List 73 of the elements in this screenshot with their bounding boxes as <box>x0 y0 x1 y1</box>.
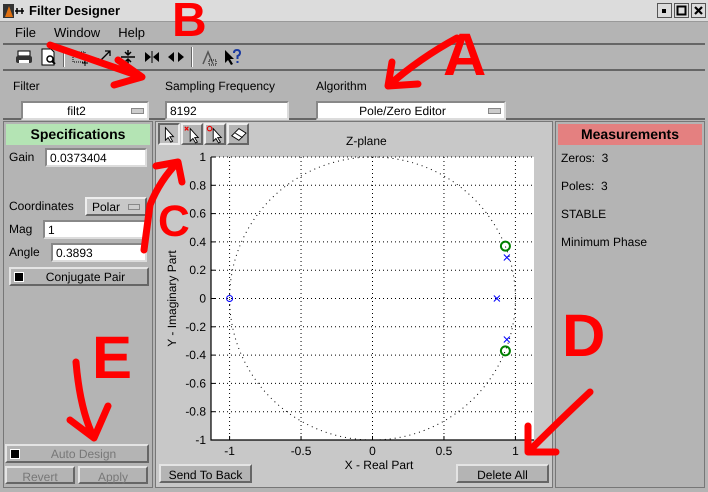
panel-header: Specifications <box>6 124 150 145</box>
dropdown-icon <box>488 108 501 114</box>
zero-marker <box>500 240 511 252</box>
annotation-letter: C <box>158 200 190 244</box>
maximize-button[interactable] <box>674 3 689 18</box>
field-label: Coordinates <box>9 198 74 215</box>
printer-icon[interactable] <box>15 48 33 66</box>
tick-label: 0 <box>199 292 206 306</box>
input-field[interactable]: 0.0373404 <box>45 148 147 167</box>
tick-label: 0.4 <box>189 234 206 249</box>
dropdown[interactable]: filt2 <box>21 101 149 120</box>
measurement-text: Zeros: 3 <box>561 150 610 167</box>
zero-marker <box>500 345 511 356</box>
app-icon[interactable] <box>2 2 26 18</box>
field-label: Mag <box>9 221 32 238</box>
tick-label: 0.5 <box>436 444 452 458</box>
tick-label: 0.8 <box>189 178 206 192</box>
field-label: Filter <box>13 78 41 95</box>
help-pointer-icon[interactable] <box>223 48 241 66</box>
input-field[interactable]: 1 <box>43 220 147 239</box>
field-label: Sampling Frequency <box>165 78 276 95</box>
dropdown-icon <box>131 108 144 114</box>
minimize-button[interactable] <box>657 3 672 18</box>
horizontal-compress-icon[interactable] <box>143 48 161 66</box>
zero-marker <box>226 295 234 302</box>
tick-label: -0.5 <box>290 444 312 458</box>
pole-marker <box>503 336 510 344</box>
print-preview-icon[interactable] <box>39 48 57 66</box>
annotation-letter: A <box>443 25 486 85</box>
add-pole-icon <box>183 124 201 144</box>
annotation-arrow <box>524 388 594 456</box>
field-label: Angle <box>9 244 40 261</box>
annotation-letter: B <box>172 0 207 45</box>
dropdown[interactable]: Polar <box>85 197 147 216</box>
window-title: Filter Designer <box>29 2 120 20</box>
pole-marker <box>503 254 510 261</box>
chart-title: Z-plane <box>346 133 387 150</box>
menu-item[interactable]: File <box>15 23 36 43</box>
menu-item[interactable]: Window <box>54 23 100 43</box>
push-button[interactable]: Send To Back <box>159 464 252 483</box>
tick-label: -1 <box>195 433 206 447</box>
tick-label: 0.6 <box>189 206 206 221</box>
menu-item[interactable]: Help <box>118 23 145 43</box>
annotation-letter: D <box>562 306 606 366</box>
vertical-compress-icon[interactable] <box>119 48 137 66</box>
tick-label: 1 <box>199 150 206 164</box>
tick-label: -0.6 <box>185 376 206 390</box>
close-button[interactable] <box>691 3 706 18</box>
input-field[interactable]: 8192 <box>165 101 289 120</box>
push-button[interactable]: Delete All <box>456 464 549 483</box>
dropdown[interactable]: Pole/Zero Editor <box>316 101 506 120</box>
measurement-text: Poles: 3 <box>561 178 609 195</box>
measurement-text: Minimum Phase <box>561 234 648 251</box>
dropdown-icon <box>128 204 140 210</box>
axis-label: X - Real Part <box>344 457 414 474</box>
field-label: Algorithm <box>316 78 368 95</box>
tick-label: 0.2 <box>189 263 206 278</box>
pole-marker <box>493 295 500 302</box>
tool-button[interactable] <box>158 123 180 145</box>
tick-label: -0.4 <box>185 348 206 362</box>
annotation-letter: E <box>92 328 132 388</box>
add-zero-icon <box>206 124 224 144</box>
axis-label: Y - Imaginary Part <box>165 250 179 347</box>
panel-header: Measurements <box>558 124 702 145</box>
tick-label: -1 <box>224 444 235 458</box>
toggle-button[interactable]: Conjugate Pair <box>9 267 149 286</box>
tick-label: -0.2 <box>185 320 206 334</box>
input-field[interactable]: 0.3893 <box>51 243 147 262</box>
tick-label: 1 <box>512 444 519 458</box>
field-label: Gain <box>9 149 34 166</box>
measurement-text: STABLE <box>561 206 608 223</box>
tick-label: -0.8 <box>185 404 206 419</box>
tick-label: 0 <box>369 444 376 458</box>
